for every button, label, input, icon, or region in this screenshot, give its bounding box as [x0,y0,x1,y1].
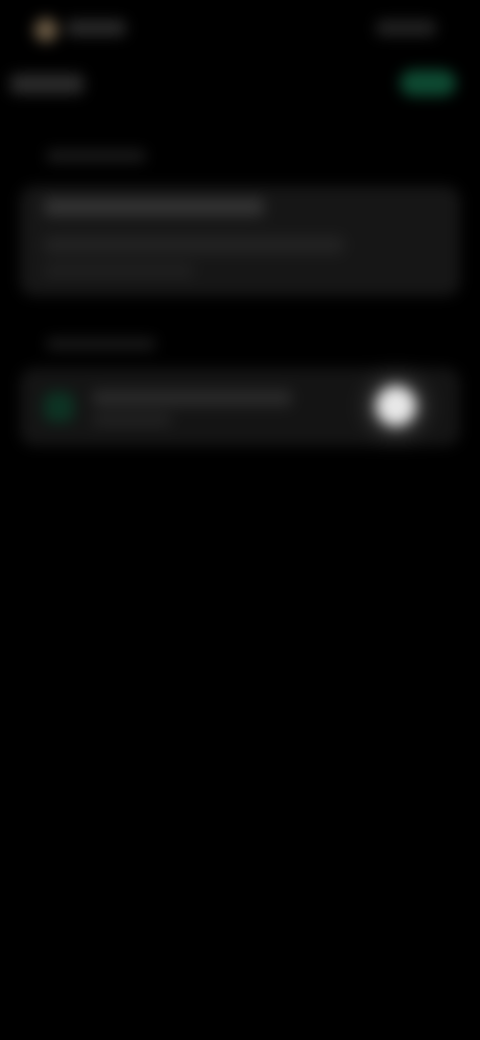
status-text-left [66,20,126,36]
card-title [44,198,264,216]
section-label [46,338,156,350]
header-action-button[interactable] [400,70,456,96]
toggle-switch[interactable] [376,386,416,426]
card-subtitle [44,236,344,254]
card-detail [44,264,194,278]
toggle-row-title [92,390,292,406]
screen [0,0,480,1040]
status-text-right [376,20,436,36]
page-title [10,74,84,94]
setting-icon [44,392,74,422]
toggle-row-subtitle [92,414,172,426]
section-label [46,150,146,162]
status-bar [0,0,480,60]
status-dot-icon [34,18,58,42]
